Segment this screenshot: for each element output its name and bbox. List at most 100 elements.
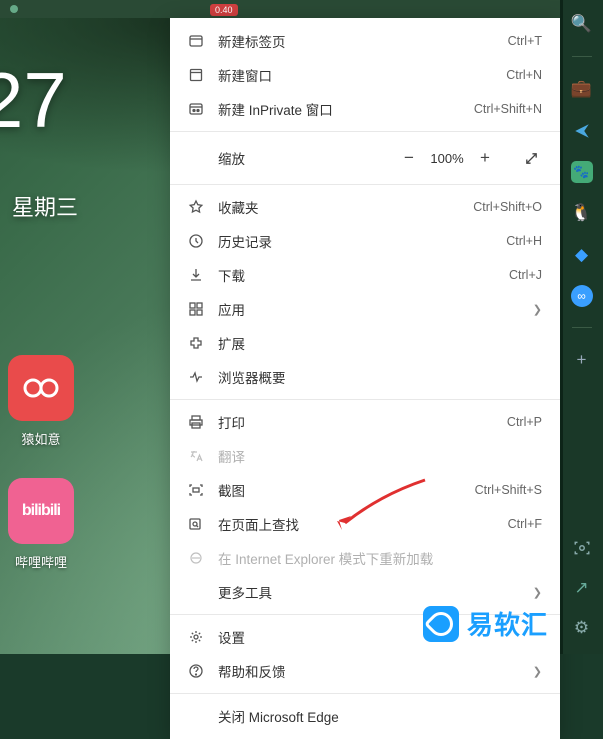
- extensions-icon: [184, 335, 208, 351]
- menu-separator: [170, 184, 560, 185]
- menu-shortcut: Ctrl+Shift+N: [474, 102, 542, 116]
- zoom-value: 100%: [424, 151, 470, 166]
- menu-print[interactable]: 打印 Ctrl+P: [170, 405, 560, 439]
- menu-close-edge[interactable]: 关闭 Microsoft Edge: [170, 699, 560, 733]
- menu-shortcut: Ctrl+H: [506, 234, 542, 248]
- menu-label: 截图: [218, 480, 475, 500]
- tile-bilibili[interactable]: bilibili 哔哩哔哩: [8, 478, 74, 571]
- desktop-tiles: 猿如意 bilibili 哔哩哔哩: [8, 355, 74, 571]
- inprivate-icon: [184, 101, 208, 117]
- menu-label: 新建标签页: [218, 31, 508, 51]
- menu-label: 更多工具: [218, 582, 525, 602]
- screenshot-icon: [184, 482, 208, 498]
- menu-label: 新建 InPrivate 窗口: [218, 99, 474, 119]
- weekday-display: 星期三: [12, 190, 78, 222]
- menu-label: 下载: [218, 265, 509, 285]
- menu-new-window[interactable]: 新建窗口 Ctrl+N: [170, 58, 560, 92]
- star-icon: [184, 199, 208, 215]
- print-icon: [184, 414, 208, 430]
- penguin-icon[interactable]: 🐧: [570, 201, 594, 225]
- translate-icon: [184, 448, 208, 464]
- tile-label: 猿如意: [21, 429, 60, 448]
- menu-apps[interactable]: 应用 ❯: [170, 292, 560, 326]
- app-icon-blue[interactable]: ◆: [570, 243, 594, 267]
- menu-favorites[interactable]: 收藏夹 Ctrl+Shift+O: [170, 190, 560, 224]
- tile-label: 哔哩哔哩: [15, 552, 67, 571]
- send-icon[interactable]: [570, 119, 594, 143]
- menu-new-tab[interactable]: 新建标签页 Ctrl+T: [170, 24, 560, 58]
- menu-label: 扩展: [218, 333, 542, 353]
- menu-screenshot[interactable]: 截图 Ctrl+Shift+S: [170, 473, 560, 507]
- menu-ie-mode: 在 Internet Explorer 模式下重新加载: [170, 541, 560, 575]
- browser-toolbar: [0, 0, 560, 18]
- menu-shortcut: Ctrl+F: [508, 517, 542, 531]
- menu-shortcut: Ctrl+N: [506, 68, 542, 82]
- menu-label: 新建窗口: [218, 65, 506, 85]
- ie-icon: [184, 550, 208, 566]
- external-icon[interactable]: ↗: [570, 576, 594, 600]
- new-tab-icon: [184, 33, 208, 49]
- search-icon[interactable]: 🔍: [570, 12, 594, 36]
- cloud-icon[interactable]: ∞: [571, 285, 593, 307]
- chevron-right-icon: ❯: [533, 586, 542, 599]
- gear-icon: [184, 629, 208, 645]
- history-icon: [184, 233, 208, 249]
- add-icon[interactable]: +: [570, 348, 594, 372]
- download-icon: [184, 267, 208, 283]
- zoom-in-button[interactable]: +: [470, 143, 500, 173]
- chevron-right-icon: ❯: [533, 303, 542, 316]
- tile-yuanruyi[interactable]: 猿如意: [8, 355, 74, 448]
- menu-downloads[interactable]: 下载 Ctrl+J: [170, 258, 560, 292]
- menu-help[interactable]: 帮助和反馈 ❯: [170, 654, 560, 688]
- menu-more-tools[interactable]: 更多工具 ❯: [170, 575, 560, 609]
- briefcase-icon[interactable]: 💼: [570, 77, 594, 101]
- watermark: 易软汇: [423, 605, 548, 642]
- capture-icon[interactable]: [570, 536, 594, 560]
- performance-icon: [184, 369, 208, 385]
- menu-shortcut: Ctrl+P: [507, 415, 542, 429]
- watermark-logo-icon: [423, 606, 459, 642]
- sidebar-separator: [572, 56, 592, 57]
- menu-translate: 翻译: [170, 439, 560, 473]
- zoom-label: 缩放: [218, 148, 394, 168]
- menu-label: 翻译: [218, 446, 542, 466]
- menu-separator: [170, 693, 560, 694]
- find-icon: [184, 516, 208, 532]
- sidebar-separator: [572, 327, 592, 328]
- menu-label: 浏览器概要: [218, 367, 542, 387]
- menu-label: 在页面上查找: [218, 514, 508, 534]
- menu-separator: [170, 131, 560, 132]
- menu-label: 在 Internet Explorer 模式下重新加载: [218, 548, 542, 568]
- menu-shortcut: Ctrl+T: [508, 34, 542, 48]
- menu-shortcut: Ctrl+J: [509, 268, 542, 282]
- menu-label: 收藏夹: [218, 197, 473, 217]
- menu-shortcut: Ctrl+Shift+O: [473, 200, 542, 214]
- menu-extensions[interactable]: 扩展: [170, 326, 560, 360]
- paw-icon[interactable]: 🐾: [571, 161, 593, 183]
- menu-label: 打印: [218, 412, 507, 432]
- menu-label: 历史记录: [218, 231, 506, 251]
- menu-separator: [170, 399, 560, 400]
- apps-icon: [184, 301, 208, 317]
- menu-new-inprivate[interactable]: 新建 InPrivate 窗口 Ctrl+Shift+N: [170, 92, 560, 126]
- chevron-right-icon: ❯: [533, 665, 542, 678]
- help-icon: [184, 663, 208, 679]
- right-sidebar: 🔍 💼 🐾 🐧 ◆ ∞ + ↗ ⚙: [560, 0, 603, 654]
- menu-label: 应用: [218, 299, 525, 319]
- menu-shortcut: Ctrl+Shift+S: [475, 483, 542, 497]
- fullscreen-button[interactable]: [516, 143, 546, 173]
- new-window-icon: [184, 67, 208, 83]
- notification-badge: 0.40: [210, 4, 238, 16]
- menu-label: 帮助和反馈: [218, 661, 525, 681]
- tile-icon: [8, 355, 74, 421]
- toolbar-indicator: [10, 5, 18, 13]
- menu-label: 关闭 Microsoft Edge: [218, 706, 542, 726]
- watermark-text: 易软汇: [467, 605, 548, 642]
- menu-history[interactable]: 历史记录 Ctrl+H: [170, 224, 560, 258]
- menu-find[interactable]: 在页面上查找 Ctrl+F: [170, 507, 560, 541]
- clock-display: 27: [0, 55, 67, 146]
- menu-performance[interactable]: 浏览器概要: [170, 360, 560, 394]
- tile-icon: bilibili: [8, 478, 74, 544]
- zoom-out-button[interactable]: −: [394, 143, 424, 173]
- settings-icon[interactable]: ⚙: [570, 616, 594, 640]
